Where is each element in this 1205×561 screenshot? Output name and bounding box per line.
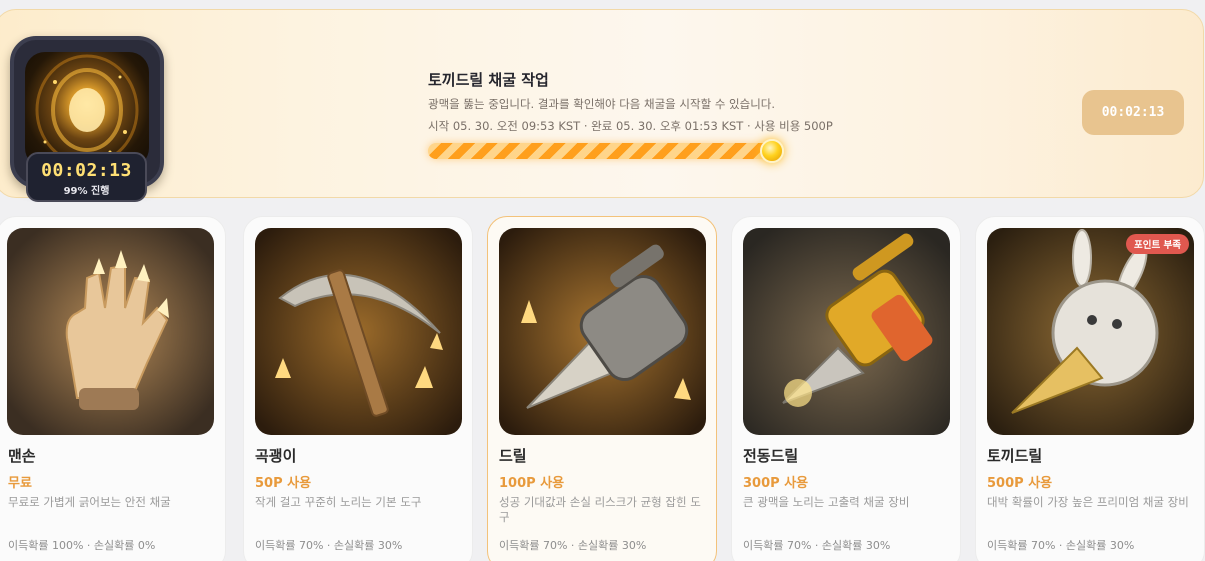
job-title: 토끼드릴 채굴 작업 bbox=[428, 71, 549, 89]
tool-description: 대박 확률이 가장 높은 프리미엄 채굴 장비 bbox=[987, 495, 1189, 509]
tool-card-drill[interactable]: 드릴 100P 사용 성공 기대값과 손실 리스크가 균형 잡힌 도구 이득확률… bbox=[487, 216, 717, 561]
tool-cost: 500P 사용 bbox=[987, 476, 1053, 491]
tool-cost: 50P 사용 bbox=[255, 476, 312, 491]
tool-odds: 이득확률 70% · 손실확률 30% bbox=[743, 539, 891, 552]
timer-overlay-text: 00:02:13 bbox=[41, 160, 132, 181]
tool-cost: 100P 사용 bbox=[499, 476, 565, 491]
rabbit-drill-icon bbox=[987, 228, 1194, 435]
mining-progress-bar bbox=[428, 139, 785, 163]
mining-status-banner: 00:02:13 99% 진행 토끼드릴 채굴 작업 광맥을 뚫는 중입니다. … bbox=[0, 9, 1204, 202]
gold-nugget-icon bbox=[760, 139, 785, 163]
progress-percent-text: 99% 진행 bbox=[63, 186, 110, 197]
pickaxe-icon bbox=[255, 228, 462, 435]
tool-description: 성공 기대값과 손실 리스크가 균형 잡힌 도구 bbox=[499, 495, 701, 524]
job-meta: 시작 05. 30. 오전 09:53 KST · 완료 05. 30. 오후 … bbox=[428, 119, 833, 133]
tool-name: 토끼드릴 bbox=[987, 447, 1043, 465]
insufficient-points-badge: 포인트 부족 bbox=[1125, 234, 1189, 254]
tool-description: 큰 광맥을 노리는 고출력 채굴 장비 bbox=[743, 495, 910, 509]
timer-button[interactable]: 00:02:13 bbox=[1082, 90, 1184, 135]
tool-cost: 무료 bbox=[8, 476, 32, 491]
tool-description: 무료로 가볍게 긁어보는 안전 채굴 bbox=[8, 495, 171, 509]
tool-odds: 이득확률 70% · 손실확률 30% bbox=[255, 539, 403, 552]
progress-fill bbox=[428, 143, 777, 159]
drill-icon bbox=[499, 228, 706, 435]
tool-name: 맨손 bbox=[8, 447, 36, 465]
glove-icon bbox=[7, 228, 214, 435]
job-description: 광맥을 뚫는 중입니다. 결과를 확인해야 다음 채굴을 시작할 수 있습니다. bbox=[428, 97, 776, 111]
tool-name: 드릴 bbox=[499, 447, 527, 465]
tool-description: 작게 걸고 꾸준히 노리는 기본 도구 bbox=[255, 495, 422, 509]
tool-card-pickaxe[interactable]: 곡괭이 50P 사용 작게 걸고 꾸준히 노리는 기본 도구 이득확률 70% … bbox=[243, 216, 473, 561]
mine-tunnel-icon bbox=[35, 54, 139, 166]
tool-name: 곡괭이 bbox=[255, 447, 297, 465]
tool-card-power-drill[interactable]: 전동드릴 300P 사용 큰 광맥을 노리는 고출력 채굴 장비 이득확률 70… bbox=[731, 216, 961, 561]
tool-odds: 이득확률 70% · 손실확률 30% bbox=[499, 539, 647, 552]
tool-cost: 300P 사용 bbox=[743, 476, 809, 491]
tool-card-rabbit-drill[interactable]: 포인트 부족 토끼드릴 500P 사용 대박 확률이 가장 높은 프리미엄 채굴… bbox=[975, 216, 1205, 561]
timer-overlay: 00:02:13 99% 진행 bbox=[26, 152, 147, 202]
power-drill-icon bbox=[743, 228, 950, 435]
tool-card-glove[interactable]: 맨손 무료 무료로 가볍게 긁어보는 안전 채굴 이득확률 100% · 손실확… bbox=[0, 216, 226, 561]
tool-odds: 이득확률 100% · 손실확률 0% bbox=[8, 539, 156, 552]
tool-odds: 이득확률 70% · 손실확률 30% bbox=[987, 539, 1135, 552]
tool-name: 전동드릴 bbox=[743, 447, 799, 465]
mine-tunnel-image bbox=[25, 52, 149, 168]
